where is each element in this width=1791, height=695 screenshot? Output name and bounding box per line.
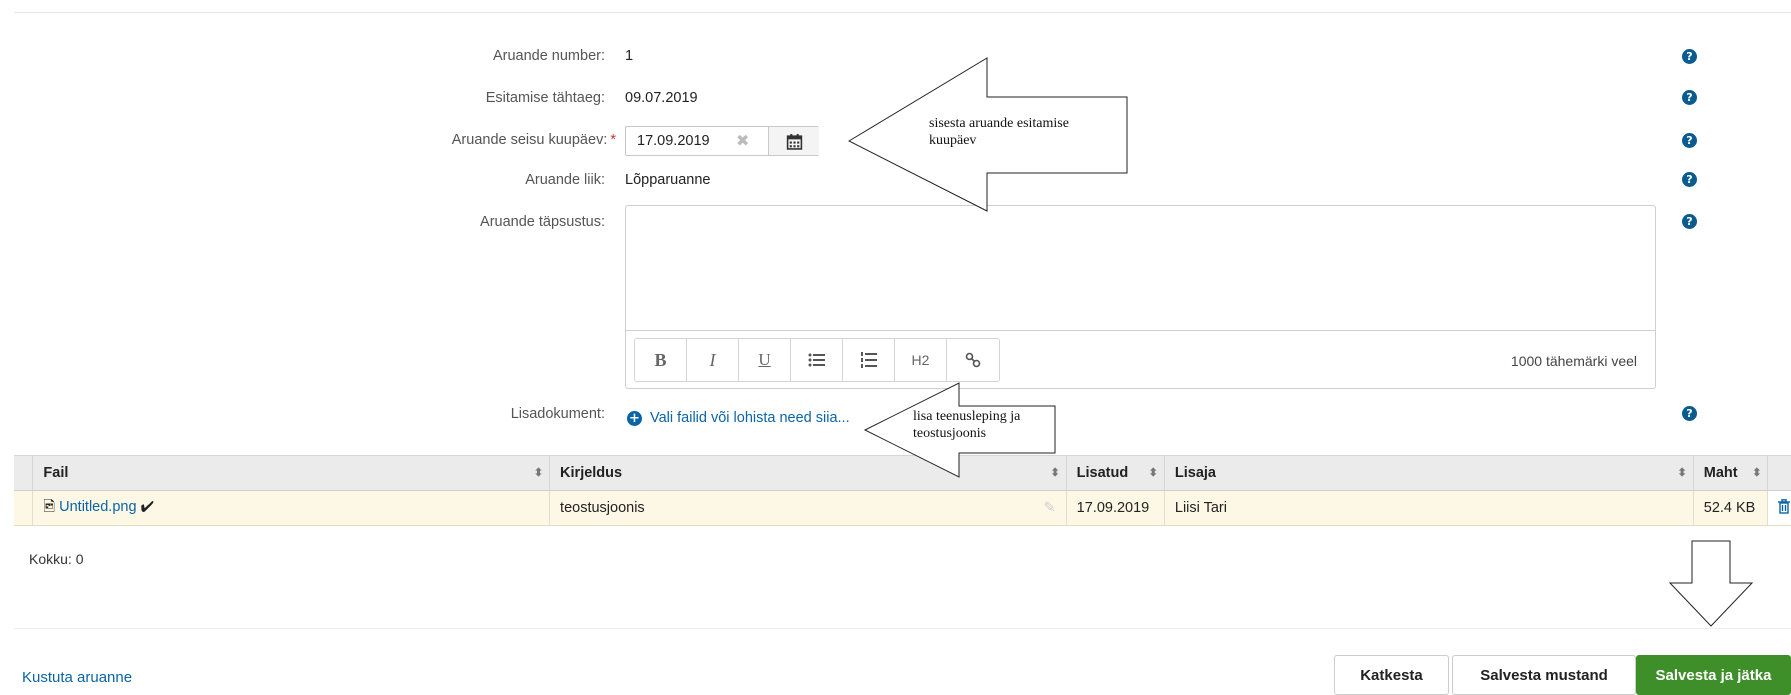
date-callout-line: sisesta aruande esitamise <box>929 116 1069 131</box>
down-arrow-icon <box>1668 540 1754 627</box>
help-icon[interactable]: ? <box>1682 406 1697 421</box>
save-continue-button[interactable]: Salvesta ja jätka <box>1636 655 1791 695</box>
link-button[interactable] <box>947 339 999 381</box>
state-date-label-text: Aruande seisu kuupäev: <box>451 132 608 148</box>
help-icon[interactable]: ? <box>1682 133 1697 148</box>
file-link[interactable]: Untitled.png <box>59 499 136 515</box>
due-date-label: Esitamise tähtaeg: <box>485 90 605 106</box>
sort-icon[interactable]: ⬍ <box>534 466 543 479</box>
file-cell: 🖻 Untitled.png ✔ <box>32 490 551 526</box>
attachment-label: Lisadokument: <box>510 406 605 422</box>
state-date-label: Aruande seisu kuupäev: * <box>452 132 616 148</box>
italic-button[interactable]: I <box>687 339 739 381</box>
footer-divider <box>14 628 1791 629</box>
state-date-input[interactable]: 17.09.2019 <box>637 133 710 149</box>
edit-icon[interactable]: ✎ <box>1044 500 1056 516</box>
delete-report-link[interactable]: Kustuta aruanne <box>22 669 132 686</box>
column-header-size[interactable]: Maht ⬍ <box>1693 455 1769 491</box>
save-draft-button[interactable]: Salvesta mustand <box>1452 655 1636 695</box>
description-cell: teostusjoonis ✎ <box>549 490 1067 526</box>
column-header-file[interactable]: Fail ⬍ <box>32 455 551 491</box>
column-header-added-label: Lisatud <box>1076 465 1129 481</box>
report-details-textarea[interactable] <box>626 206 1655 331</box>
column-header-adder[interactable]: Lisaja ⬍ <box>1164 455 1694 491</box>
numbered-list-button[interactable] <box>843 339 895 381</box>
column-header-size-label: Maht <box>1703 465 1738 481</box>
adder-cell: Liisi Tari <box>1164 490 1694 526</box>
check-icon: ✔ <box>140 498 155 515</box>
description-text: teostusjoonis <box>560 500 645 516</box>
column-header-adder-label: Lisaja <box>1174 465 1216 481</box>
file-callout-line: lisa teenusleping ja <box>913 409 1021 424</box>
bold-button[interactable]: B <box>635 339 687 381</box>
delete-icon[interactable] <box>1767 490 1791 526</box>
row-select-cell <box>14 490 34 526</box>
rich-text-editor: B I U H2 1000 tähemärki veel <box>625 205 1656 389</box>
help-icon[interactable]: ? <box>1682 90 1697 105</box>
link-icon <box>965 352 981 368</box>
editor-toolbar: B I U H2 <box>634 338 1000 382</box>
report-type-value: Lõpparuanne <box>625 172 711 188</box>
column-header-description-label: Kirjeldus <box>560 465 623 481</box>
added-cell: 17.09.2019 <box>1066 490 1165 526</box>
report-details-label: Aruande täpsustus: <box>480 214 605 230</box>
actions-column-header <box>1767 455 1791 491</box>
file-callout-text: lisa teenusleping ja teostusjoonis <box>913 408 1020 442</box>
column-header-added[interactable]: Lisatud ⬍ <box>1066 455 1165 491</box>
table-row: 🖻 Untitled.png ✔ teostusjoonis ✎ 17.09.20… <box>14 490 1791 526</box>
heading2-button[interactable]: H2 <box>895 339 947 381</box>
chars-remaining: 1000 tähemärki veel <box>1510 353 1637 369</box>
sort-icon[interactable]: ⬍ <box>1678 466 1687 479</box>
add-icon: + <box>627 410 642 426</box>
sort-icon[interactable]: ⬍ <box>1149 466 1158 479</box>
clear-icon[interactable]: ✖ <box>736 131 749 151</box>
bullet-list-icon <box>808 353 825 367</box>
file-callout-line: teostusjoonis <box>913 426 987 441</box>
required-mark: * <box>610 132 616 148</box>
total-count: Kokku: 0 <box>29 551 84 567</box>
upload-link-text[interactable]: Vali failid või lohista need siia... <box>650 410 850 426</box>
select-column-header <box>14 455 34 491</box>
date-callout-line: kuupäev <box>929 133 977 148</box>
sort-icon[interactable]: ⬍ <box>1752 466 1761 479</box>
calendar-icon[interactable] <box>768 127 819 155</box>
top-divider <box>14 12 1791 13</box>
help-icon[interactable]: ? <box>1682 214 1697 229</box>
report-number-label: Aruande number: <box>492 48 605 64</box>
state-date-field[interactable]: 17.09.2019 ✖ <box>625 126 819 156</box>
report-type-label: Aruande liik: <box>525 172 605 188</box>
bullet-list-button[interactable] <box>791 339 843 381</box>
underline-button[interactable]: U <box>739 339 791 381</box>
column-header-file-label: Fail <box>43 465 69 481</box>
due-date-value: 09.07.2019 <box>625 90 698 106</box>
numbered-list-icon <box>861 352 877 368</box>
date-callout-text: sisesta aruande esitamise kuupäev <box>929 115 1069 149</box>
image-file-icon: 🖻 <box>43 498 56 515</box>
cancel-button[interactable]: Katkesta <box>1334 655 1449 695</box>
upload-link[interactable]: + Vali failid või lohista need siia... <box>627 410 850 426</box>
size-cell: 52.4 KB <box>1693 490 1769 526</box>
help-icon[interactable]: ? <box>1682 49 1697 64</box>
report-number-value: 1 <box>625 48 634 64</box>
help-icon[interactable]: ? <box>1682 172 1697 187</box>
